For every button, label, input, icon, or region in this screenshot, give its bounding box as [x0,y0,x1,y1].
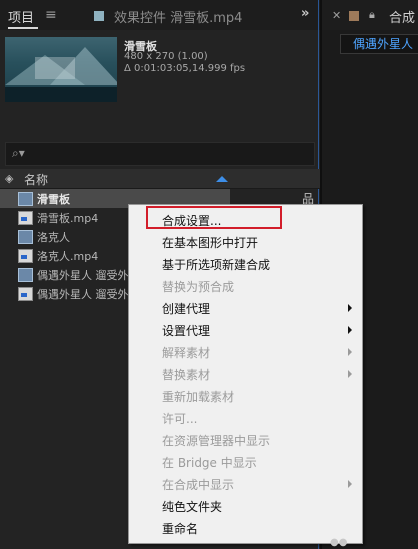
menu-item[interactable]: 解释素材 [129,341,362,363]
column-name[interactable]: 名称 [24,171,48,188]
label-icon[interactable]: ◈ [5,172,13,185]
composition-name-field[interactable]: 偶遇外星人 [340,34,418,54]
menu-item[interactable]: 在合成中显示 [129,473,362,495]
menu-item-label: 创建代理 [162,302,211,316]
hamburger-icon[interactable]: ≡ [45,7,57,23]
tab-composition[interactable]: 合成 [389,7,415,26]
search-input[interactable] [5,142,315,166]
submenu-arrow-icon [348,370,352,378]
menu-item[interactable]: 创建代理 [129,297,362,319]
menu-item[interactable]: 设置代理 [129,319,362,341]
submenu-arrow-icon [348,326,352,334]
menu-item-label: 解释素材 [162,346,211,360]
menu-item[interactable]: 在 Bridge 中显示 [129,451,362,473]
menu-item[interactable]: 基于所选项新建合成 [129,253,362,275]
composition-icon [18,268,33,282]
menu-item[interactable]: 替换为预合成 [129,275,362,297]
menu-item-label: 在资源管理器中显示 [162,434,271,448]
list-item-label: 滑雪板 [37,193,70,206]
menu-item[interactable]: 重新加载素材 [129,385,362,407]
effects-panel-icon [94,11,104,21]
list-item-label: 偶遇外星人 遛受外 [37,288,129,301]
video-file-icon [18,287,33,301]
lock-icon[interactable]: 🔒︎ [369,8,375,22]
video-file-icon [18,211,33,225]
context-menu: 合成设置... 在基本图形中打开 基于所选项新建合成 替换为预合成 创建代理 设置代理 解释… [128,204,363,544]
composition-panel-icon [349,11,359,21]
menu-item[interactable]: 许可... [129,407,362,429]
submenu-arrow-icon [348,480,352,488]
menu-item-label: 重命名 [162,522,199,536]
composition-icon [18,192,33,206]
tab-project[interactable]: 项目 [8,7,34,26]
tab-project-underline [8,27,38,29]
submenu-arrow-icon [348,348,352,356]
menu-item[interactable]: 替换素材 [129,363,362,385]
list-item-label: 洛克人 [37,231,70,244]
menu-item-label: 在合成中显示 [162,478,235,492]
search-icon[interactable]: ⌕▾ [12,146,25,161]
menu-item[interactable]: 在基本图形中打开 [129,231,362,253]
menu-item-label: 在基本图形中打开 [162,236,259,250]
menu-item-label: 纯色文件夹 [162,500,223,514]
preview-item-duration: Δ 0:01:03:05,14.999 fps [124,63,246,74]
list-item-label: 偶遇外星人 遛受外 [37,269,129,282]
sort-ascending-icon[interactable] [216,176,228,182]
tab-effects-controls[interactable]: 效果控件 滑雪板.mp4 [114,7,242,26]
close-icon[interactable]: ✕ [332,9,341,22]
menu-item-label: 替换为预合成 [162,280,235,294]
bottom-status-icon: ●● [330,537,348,548]
menu-item[interactable]: 在资源管理器中显示 [129,429,362,451]
composition-icon [18,230,33,244]
preview-item-size: 480 x 270 (1.00) [124,51,208,62]
list-item-label: 洛克人.mp4 [37,250,99,263]
list-item-label: 滑雪板.mp4 [37,212,99,225]
menu-item[interactable]: 纯色文件夹 [129,495,362,517]
menu-item-label: 许可... [162,412,198,426]
menu-item[interactable]: 重命名 [129,517,362,539]
menu-item-label: 替换素材 [162,368,211,382]
menu-item-label: 重新加载素材 [162,390,235,404]
menu-item-label: 在 Bridge 中显示 [162,456,257,470]
highlight-annotation-box [146,206,282,229]
submenu-arrow-icon [348,304,352,312]
preview-thumbnail [5,37,117,102]
menu-item-label: 设置代理 [162,324,211,338]
double-chevron-right-icon[interactable]: » [301,6,309,21]
menu-item-label: 基于所选项新建合成 [162,258,271,272]
video-file-icon [18,249,33,263]
